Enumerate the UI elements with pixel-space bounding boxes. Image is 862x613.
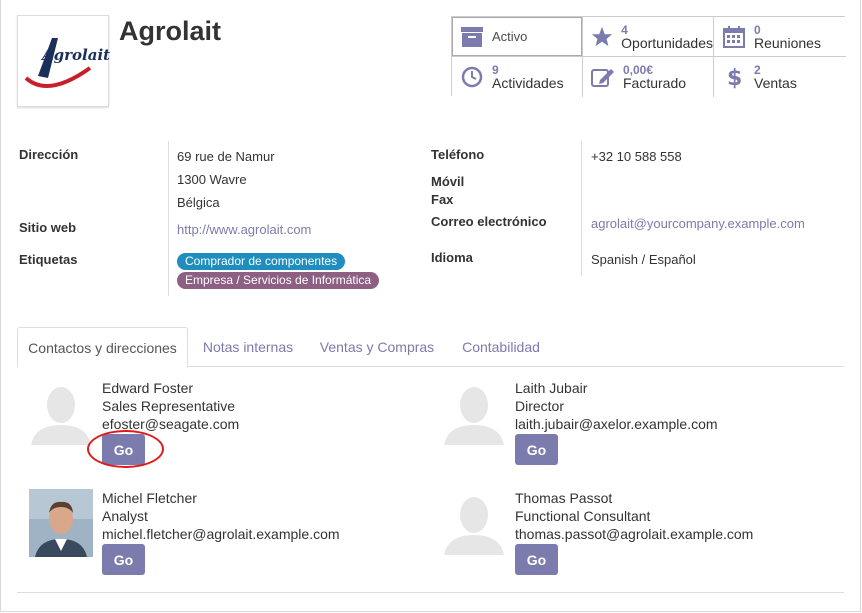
contact-role: Functional Consultant [515, 508, 651, 524]
invoiced-button[interactable]: 0,00€ Facturado [583, 57, 714, 97]
contact-email: michel.fletcher@agrolait.example.com [102, 526, 340, 542]
language-field: Spanish / Español [591, 252, 696, 267]
sales-button[interactable]: $ 2 Ventas [714, 57, 846, 97]
smart-button-label: Facturado [623, 75, 687, 91]
email-link[interactable]: agrolait@yourcompany.example.com [591, 216, 805, 231]
contact-role: Sales Representative [102, 398, 236, 414]
opportunities-button[interactable]: 4 Oportunidades [583, 17, 714, 57]
go-button[interactable]: Go [102, 544, 145, 575]
clock-icon [460, 65, 484, 89]
smart-button-label: Ventas [754, 75, 797, 91]
phone-label: Teléfono [431, 147, 485, 162]
partner-name: Agrolait [119, 16, 222, 46]
contact-name: Edward Foster [102, 380, 194, 396]
bottom-divider [17, 592, 844, 593]
contact-email: thomas.passot@agrolait.example.com [515, 526, 754, 542]
contact-role: Analyst [102, 508, 148, 524]
tag-badge: Comprador de componentes [177, 253, 346, 270]
notebook-tabs: Contactos y direcciones Notas internas V… [17, 327, 844, 368]
website-link[interactable]: http://www.agrolait.com [177, 222, 311, 237]
smart-button-label: Actividades [492, 75, 564, 91]
email-label: Correo electrónico [431, 214, 547, 229]
smart-button-label: Activo [492, 28, 528, 44]
field-divider [581, 141, 582, 276]
contact-name: Michel Fletcher [102, 490, 197, 506]
meetings-button[interactable]: 0 Reuniones [714, 17, 846, 57]
logo-text: Agrolait [40, 46, 110, 64]
contact-role: Director [515, 398, 565, 414]
svg-text:$: $ [727, 66, 742, 89]
go-button[interactable]: Go [515, 544, 558, 575]
archive-icon [460, 25, 484, 49]
tab-internal-notes[interactable]: Notas internas [193, 327, 303, 367]
calendar-icon [722, 25, 746, 49]
activities-button[interactable]: 9 Actividades [452, 57, 583, 97]
field-divider [168, 141, 169, 296]
contact-email: laith.jubair@axelor.example.com [515, 416, 718, 432]
highlight-circle [87, 430, 164, 468]
country-field: Bélgica [177, 195, 220, 210]
tags-label: Etiquetas [19, 252, 78, 267]
street-field: 69 rue de Namur [177, 149, 275, 164]
dollar-icon: $ [722, 65, 746, 89]
tab-sales-purchases[interactable]: Ventas y Compras [313, 327, 441, 367]
tab-contacts-addresses[interactable]: Contactos y direcciones [17, 327, 188, 368]
contact-name: Thomas Passot [515, 490, 613, 506]
star-icon [591, 25, 613, 49]
contact-card[interactable]: Laith Jubair Director laith.jubair@axelo… [442, 379, 822, 479]
agrolait-logo-icon: Agrolait [24, 38, 110, 88]
placeholder-avatar-icon [442, 489, 506, 557]
partner-form-sheet: Agrolait Agrolait Activo 4 Oportunidades … [0, 0, 861, 612]
smart-button-label: Oportunidades [621, 34, 713, 51]
contact-card[interactable]: Thomas Passot Functional Consultant thom… [442, 489, 822, 589]
smart-button-count: 4 [621, 22, 628, 37]
city-field: 1300 Wavre [177, 172, 247, 187]
placeholder-avatar-icon [29, 379, 93, 447]
tab-accounting[interactable]: Contabilidad [451, 327, 551, 367]
placeholder-avatar-icon [442, 379, 506, 447]
mobile-label: Móvil [431, 174, 465, 189]
partner-logo[interactable]: Agrolait [17, 15, 110, 107]
website-label: Sitio web [19, 220, 77, 235]
go-button[interactable]: Go [515, 434, 558, 465]
smart-button-label: Reuniones [754, 34, 821, 51]
language-label: Idioma [431, 250, 473, 265]
photo-avatar [29, 489, 93, 557]
smart-buttons: Activo 4 Oportunidades 0 Reuniones 9 Activi… [451, 16, 846, 97]
fax-label: Fax [431, 192, 454, 207]
phone-field: +32 10 588 558 [591, 149, 682, 164]
tag-badge: Empresa / Servicios de Informática [177, 272, 380, 289]
contact-card[interactable]: Edward Foster Sales Representative efost… [29, 379, 409, 479]
contact-card[interactable]: Michel Fletcher Analyst michel.fletcher@… [29, 489, 409, 589]
contact-name: Laith Jubair [515, 380, 588, 396]
pencil-square-icon [591, 65, 615, 89]
smart-button-count: 0 [754, 22, 761, 37]
archive-toggle-button[interactable]: Activo [452, 17, 583, 57]
address-label: Dirección [19, 147, 79, 162]
